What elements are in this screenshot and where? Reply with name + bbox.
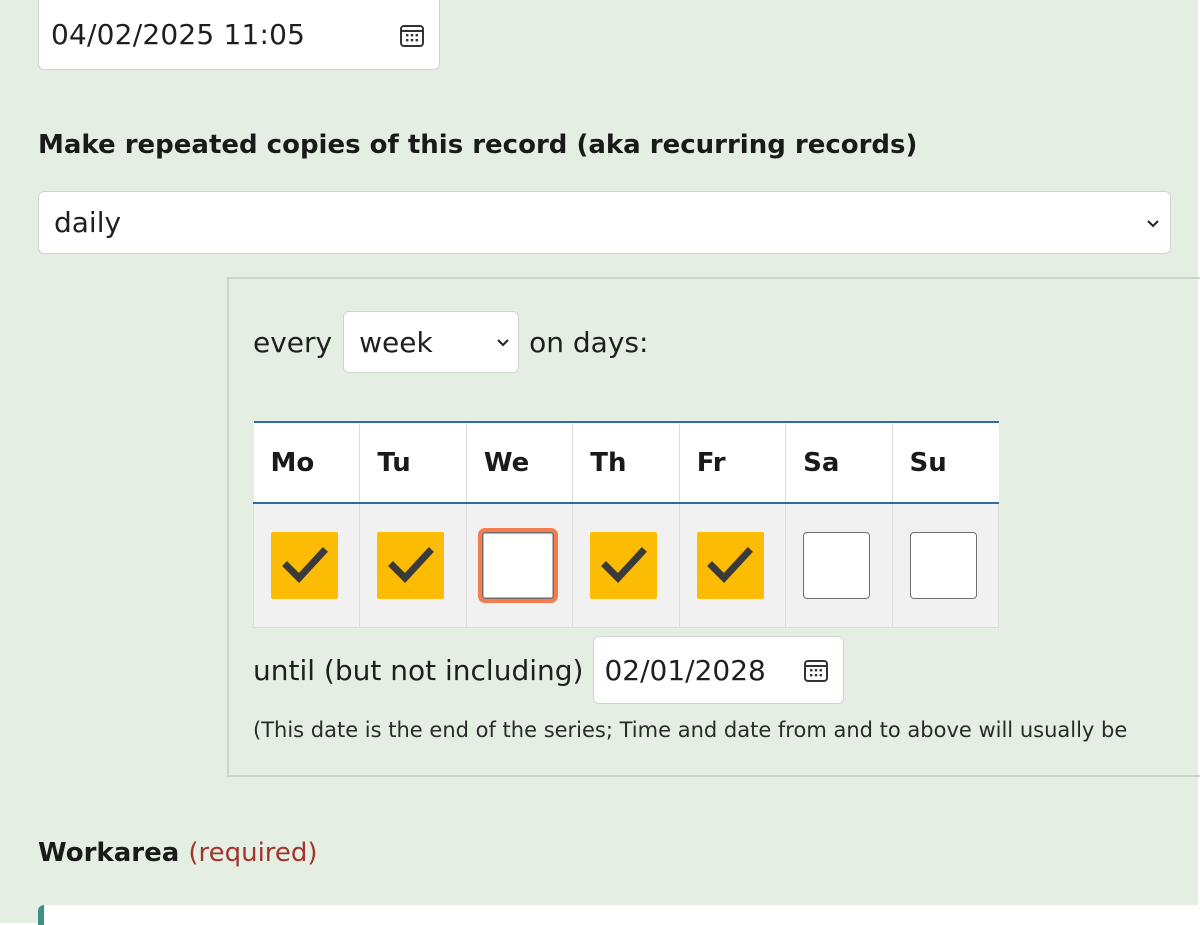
chevron-down-icon: [497, 339, 509, 347]
weekday-cell: [891, 502, 1000, 628]
series-end-note: (This date is the end of the series; Tim…: [253, 718, 1128, 742]
weekday-header-row: Mo Tu We Th Fr Sa Su: [253, 421, 999, 504]
weekday-header: Tu: [359, 421, 467, 504]
weekday-header: Su: [891, 421, 999, 504]
weekday-cell: [252, 502, 361, 628]
frequency-value: daily: [54, 206, 122, 239]
weekday-cell: [572, 502, 680, 628]
weekday-header: We: [465, 421, 573, 504]
until-date-value: 02/01/2028: [604, 653, 766, 687]
weekday-checkbox-we[interactable]: [477, 528, 558, 603]
chevron-down-icon: [1147, 219, 1159, 227]
weekday-cell: [785, 502, 893, 628]
weekday-checkbox-fr[interactable]: [696, 532, 764, 599]
interval-unit-select[interactable]: week: [343, 311, 520, 373]
weekday-header: Mo: [253, 421, 360, 504]
until-label: until (but not including): [253, 653, 584, 687]
weekday-table: Mo Tu We Th Fr Sa Su: [252, 421, 1000, 628]
checkmark-icon: [281, 546, 328, 583]
interval-unit-value: week: [359, 325, 433, 359]
frequency-select[interactable]: daily: [38, 191, 1171, 254]
weekday-checkbox-sa[interactable]: [803, 532, 871, 599]
every-row: every week on days:: [253, 311, 648, 373]
required-indicator: (required): [188, 838, 318, 868]
calendar-icon[interactable]: [399, 22, 425, 48]
weekday-checkbox-row: [252, 502, 1000, 628]
weekday-cell: [465, 502, 574, 628]
workarea-input[interactable]: [38, 905, 1198, 925]
until-date-input[interactable]: 02/01/2028: [593, 636, 845, 704]
workarea-label-text: Workarea: [38, 838, 180, 868]
weekday-cell: [678, 502, 787, 628]
weekday-checkbox-th[interactable]: [590, 532, 658, 599]
weekday-header: Th: [572, 421, 680, 504]
calendar-icon[interactable]: [803, 657, 829, 683]
checkmark-icon: [387, 546, 434, 583]
weekday-header: Fr: [678, 421, 786, 504]
weekday-checkbox-mo[interactable]: [271, 532, 338, 599]
repeat-section-label: Make repeated copies of this record (aka…: [38, 130, 918, 160]
every-label: every: [253, 325, 333, 359]
until-row: until (but not including) 02/01/2028: [253, 636, 845, 704]
on-days-label: on days:: [529, 325, 649, 359]
checkmark-icon: [707, 546, 754, 583]
checkmark-icon: [600, 546, 647, 583]
weekday-header: Sa: [785, 421, 893, 504]
start-datetime-input[interactable]: 04/02/2025 11:05: [38, 0, 440, 70]
workarea-label: Workarea (required): [38, 838, 318, 868]
weekday-checkbox-su[interactable]: [909, 532, 977, 599]
weekday-cell: [359, 502, 467, 628]
weekday-checkbox-tu[interactable]: [377, 532, 445, 599]
start-datetime-value: 04/02/2025 11:05: [51, 18, 306, 51]
